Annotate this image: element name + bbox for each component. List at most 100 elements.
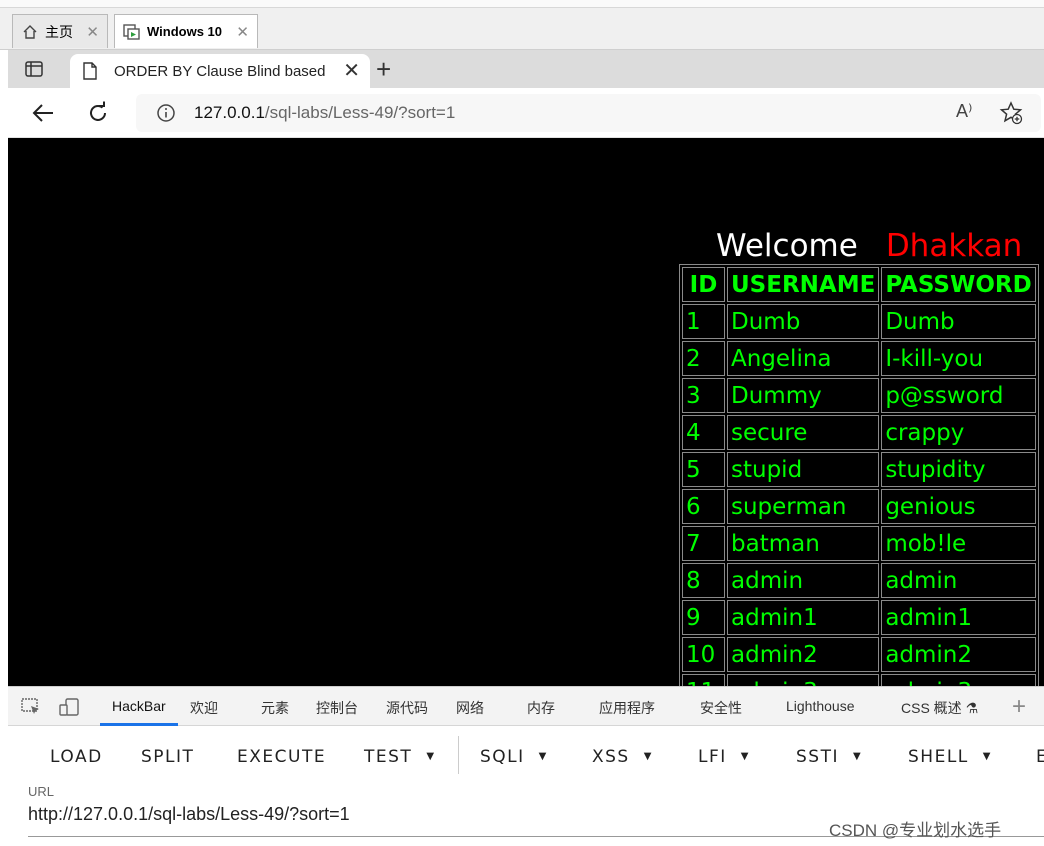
hackbar-toolbar: LOAD SPLIT EXECUTE TEST ▼ SQLI ▼ XSS ▼ LFI ▼… (8, 726, 1044, 786)
add-favorite-icon[interactable] (999, 101, 1023, 125)
vm-tab-home[interactable]: 主页 ✕ (12, 14, 108, 48)
url-textarea[interactable]: http://127.0.0.1/sql-labs/Less-49/?sort=… (28, 804, 350, 825)
cell-password: stupidity (881, 452, 1036, 487)
sqli-dropdown-label: SQLI (480, 747, 525, 767)
caret-down-icon: ▼ (982, 751, 992, 762)
cell-id: 7 (682, 526, 725, 561)
welcome-text: Welcome (716, 228, 858, 264)
close-icon[interactable]: ✕ (86, 23, 99, 41)
devtools-tab-network[interactable]: 网络 (456, 698, 484, 718)
flask-icon: ⚗ (965, 700, 979, 716)
tab-actions-icon (25, 61, 43, 77)
navigation-bar: 127.0.0.1/sql-labs/Less-49/?sort=1 A⁾ (8, 88, 1044, 138)
execute-button[interactable]: EXECUTE (237, 747, 326, 767)
devtools-tab-console[interactable]: 控制台 (316, 698, 358, 718)
lfi-dropdown-label: LFI (698, 747, 727, 767)
devtools-tab-lighthouse[interactable]: Lighthouse (786, 698, 855, 714)
table-header-row: ID USERNAME PASSWORD (682, 267, 1036, 302)
devtools-tab-css-overview-label: CSS 概述 (901, 700, 962, 716)
column-header-password: PASSWORD (881, 267, 1036, 302)
tab-actions-button[interactable] (22, 57, 46, 81)
cell-username: Angelina (727, 341, 880, 376)
devtools-tab-elements[interactable]: 元素 (261, 698, 289, 718)
load-button-label: LOAD (50, 747, 103, 767)
table-row: 9 admin1 admin1 (682, 600, 1036, 635)
welcome-heading: Welcome Dhakkan (716, 228, 1022, 264)
cell-username: superman (727, 489, 880, 524)
cell-id: 4 (682, 415, 725, 450)
shell-dropdown-label: SHELL (908, 747, 969, 767)
cell-id: 9 (682, 600, 725, 635)
cell-id: 1 (682, 304, 725, 339)
test-dropdown-label: TEST (364, 747, 413, 767)
devtools-tab-sources[interactable]: 源代码 (386, 698, 428, 718)
vm-tab-windows10[interactable]: Windows 10 ✕ (114, 14, 258, 48)
home-icon (21, 23, 39, 41)
cell-password: admin1 (881, 600, 1036, 635)
devtools-tab-hackbar[interactable]: HackBar (112, 698, 166, 714)
table-row: 5 stupid stupidity (682, 452, 1036, 487)
encoding-button-partial[interactable]: E (1036, 747, 1044, 767)
column-header-id: ID (682, 267, 725, 302)
table-row: 2 Angelina I-kill-you (682, 341, 1036, 376)
cell-password: mob!le (881, 526, 1036, 561)
cell-password: admin (881, 563, 1036, 598)
cell-password: genious (881, 489, 1036, 524)
close-icon[interactable]: ✕ (343, 61, 360, 81)
cell-username: Dummy (727, 378, 880, 413)
address-bar[interactable]: 127.0.0.1/sql-labs/Less-49/?sort=1 A⁾ (136, 94, 1041, 132)
toolbar-divider (458, 736, 459, 774)
inspect-element-icon[interactable] (20, 697, 42, 717)
cell-id: 3 (682, 378, 725, 413)
test-dropdown[interactable]: TEST ▼ (364, 747, 436, 767)
read-aloud-icon[interactable]: A⁾ (956, 101, 972, 122)
column-header-username: USERNAME (727, 267, 880, 302)
devtools-tab-application[interactable]: 应用程序 (599, 698, 655, 718)
vm-top-border (0, 0, 1044, 8)
cell-password: Dumb (881, 304, 1036, 339)
cell-password: admin2 (881, 637, 1036, 672)
shell-dropdown[interactable]: SHELL ▼ (908, 747, 992, 767)
caret-down-icon: ▼ (740, 751, 750, 762)
split-button-label: SPLIT (141, 747, 195, 767)
back-button[interactable] (30, 100, 56, 126)
lfi-dropdown[interactable]: LFI ▼ (698, 747, 750, 767)
page-viewport: Welcome Dhakkan ID USERNAME PASSWORD 1 Dum… (8, 138, 1044, 686)
load-button[interactable]: LOAD (50, 747, 103, 767)
close-icon[interactable]: ✕ (236, 23, 249, 41)
browser-tab-active[interactable]: ORDER BY Clause Blind based ✕ (70, 54, 370, 88)
devtools-tab-welcome[interactable]: 欢迎 (190, 698, 218, 718)
refresh-button[interactable] (85, 100, 111, 126)
cell-username: admin (727, 563, 880, 598)
table-row: 10 admin2 admin2 (682, 637, 1036, 672)
new-tab-button[interactable]: + (376, 56, 391, 82)
info-icon[interactable] (156, 103, 176, 123)
csdn-watermark: CSDN @专业划水选手 (829, 821, 1002, 840)
split-button[interactable]: SPLIT (141, 747, 194, 767)
cell-password: crappy (881, 415, 1036, 450)
caret-down-icon: ▼ (852, 751, 863, 762)
ssti-dropdown[interactable]: SSTI ▼ (796, 747, 862, 767)
execute-button-label: EXECUTE (237, 747, 327, 767)
browser-tab-row: ORDER BY Clause Blind based ✕ + (8, 50, 1044, 88)
caret-down-icon: ▼ (426, 751, 436, 762)
cell-id: 5 (682, 452, 725, 487)
page-icon (82, 62, 100, 80)
devtools-tab-memory[interactable]: 内存 (527, 698, 555, 718)
device-toolbar-icon[interactable] (58, 697, 80, 717)
url-path: /sql-labs/Less-49/?sort=1 (264, 103, 456, 122)
vm-tab-strip: 主页 ✕ Windows 10 ✕ (0, 0, 1044, 50)
devtools-tab-css-overview[interactable]: CSS 概述 ⚗ (901, 698, 978, 718)
url-host: 127.0.0.1 (194, 103, 265, 122)
sqli-dropdown[interactable]: SQLI ▼ (480, 747, 548, 767)
more-tools-button[interactable]: + (1012, 693, 1026, 721)
table-row: 3 Dummy p@ssword (682, 378, 1036, 413)
welcome-name: Dhakkan (885, 228, 1023, 264)
cell-username: batman (727, 526, 880, 561)
url-text[interactable]: 127.0.0.1/sql-labs/Less-49/?sort=1 (194, 103, 455, 123)
xss-dropdown[interactable]: XSS ▼ (592, 747, 653, 767)
table-row: 4 secure crappy (682, 415, 1036, 450)
devtools-tab-security[interactable]: 安全性 (700, 698, 742, 718)
encoding-button-label: E (1036, 747, 1044, 767)
table-row: 11admin3admin3 (682, 674, 1036, 686)
